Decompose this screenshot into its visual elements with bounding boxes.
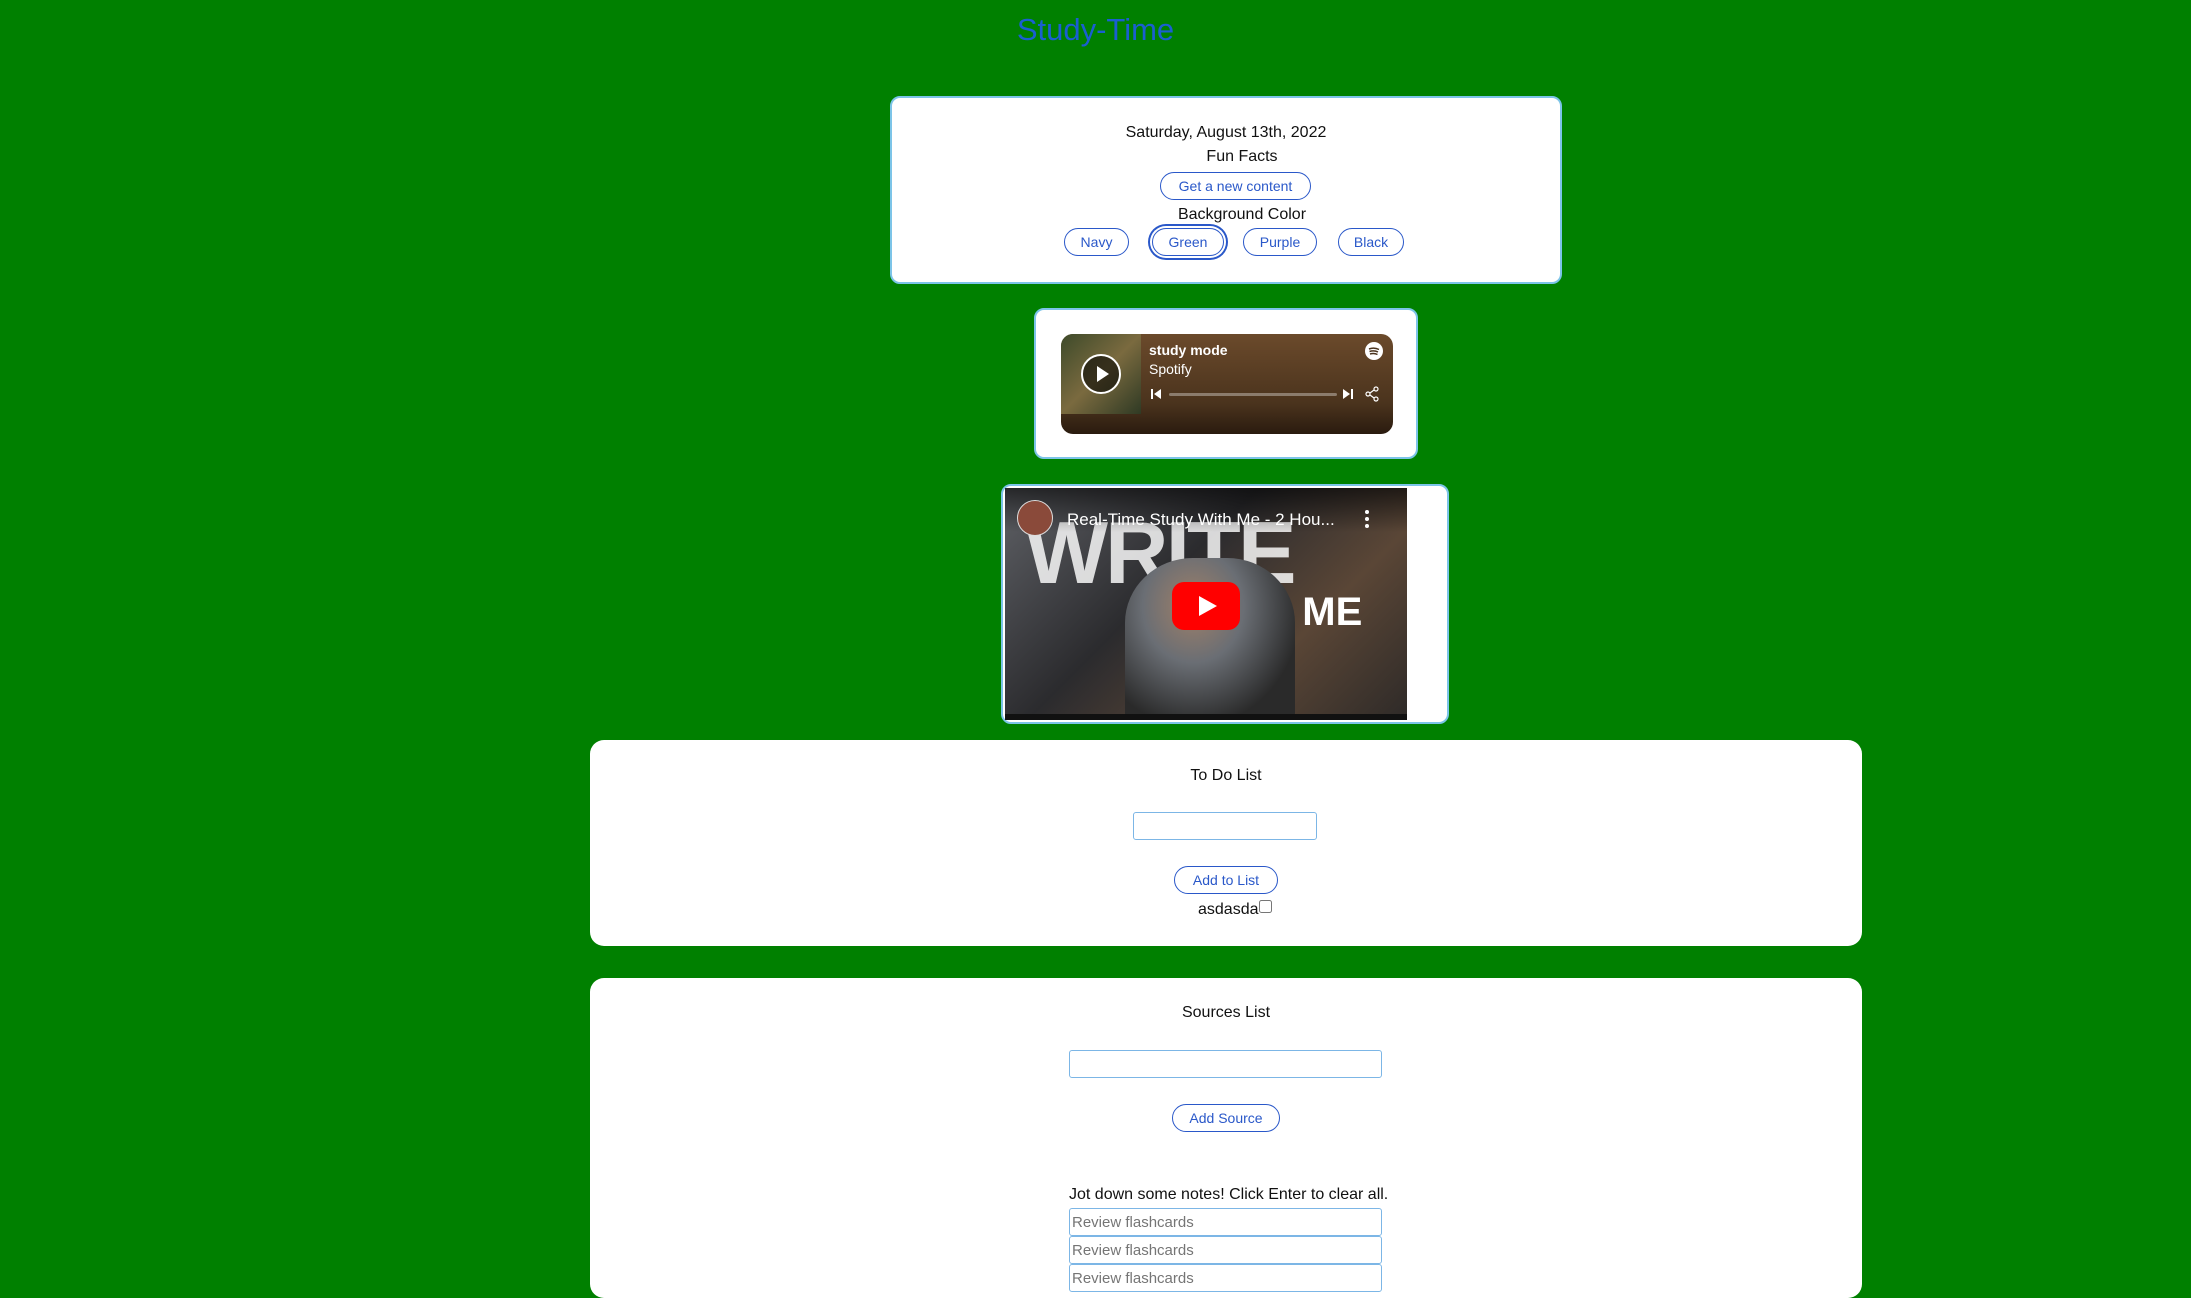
next-track-icon[interactable] <box>1341 387 1355 401</box>
spotify-card: study mode Spotify <box>1034 308 1418 459</box>
channel-avatar[interactable] <box>1017 500 1053 536</box>
play-icon <box>1097 366 1109 382</box>
video-title[interactable]: Real-Time Study With Me - 2 Hou... <box>1067 510 1335 530</box>
progress-bar[interactable] <box>1169 393 1337 396</box>
top-card: Saturday, August 13th, 2022 Fun Facts Ge… <box>890 96 1562 284</box>
fun-facts-label: Fun Facts <box>1206 148 1278 165</box>
add-source-button[interactable]: Add Source <box>1172 1104 1280 1132</box>
background-color-label: Background Color <box>1177 206 1307 223</box>
sources-heading: Sources List <box>1181 1004 1271 1021</box>
note-input[interactable] <box>1069 1236 1382 1264</box>
playlist-title: study mode <box>1149 342 1228 358</box>
spotify-source-label: Spotify <box>1149 361 1192 377</box>
previous-track-icon[interactable] <box>1149 387 1163 401</box>
share-icon[interactable] <box>1364 386 1380 402</box>
add-to-list-button[interactable]: Add to List <box>1174 866 1278 894</box>
color-button-green[interactable]: Green <box>1152 228 1224 256</box>
source-input[interactable] <box>1069 1050 1382 1078</box>
sources-card: Sources List Add Source Jot down some no… <box>590 978 1862 1298</box>
todo-item-label: asdasda <box>1198 901 1259 918</box>
color-button-black[interactable]: Black <box>1338 228 1404 256</box>
note-input[interactable] <box>1069 1208 1382 1236</box>
todo-card: To Do List Add to List asdasda <box>590 740 1862 946</box>
notes-instructions: Jot down some notes! Click Enter to clea… <box>1069 1186 1389 1203</box>
page-title: Study-Time <box>1016 12 1175 47</box>
youtube-embed[interactable]: WRITE WITH ME Real-Time Study With Me - … <box>1005 488 1407 720</box>
todo-item-checkbox[interactable] <box>1258 900 1272 913</box>
play-icon <box>1199 596 1217 616</box>
todo-item: asdasda <box>1198 900 1272 919</box>
play-button[interactable] <box>1081 354 1121 394</box>
current-date: Saturday, August 13th, 2022 <box>1125 124 1327 141</box>
video-bottom-bar <box>1005 714 1407 720</box>
more-options-icon[interactable] <box>1363 509 1371 529</box>
todo-input[interactable] <box>1133 812 1317 840</box>
spotify-embed[interactable]: study mode Spotify <box>1061 334 1393 434</box>
color-button-purple[interactable]: Purple <box>1243 228 1317 256</box>
get-new-content-button[interactable]: Get a new content <box>1160 172 1311 200</box>
todo-heading: To Do List <box>1190 767 1262 784</box>
color-button-navy[interactable]: Navy <box>1064 228 1129 256</box>
youtube-card: WRITE WITH ME Real-Time Study With Me - … <box>1001 484 1449 724</box>
youtube-play-button[interactable] <box>1172 582 1240 630</box>
spotify-logo-icon <box>1365 342 1383 360</box>
note-input[interactable] <box>1069 1264 1382 1292</box>
